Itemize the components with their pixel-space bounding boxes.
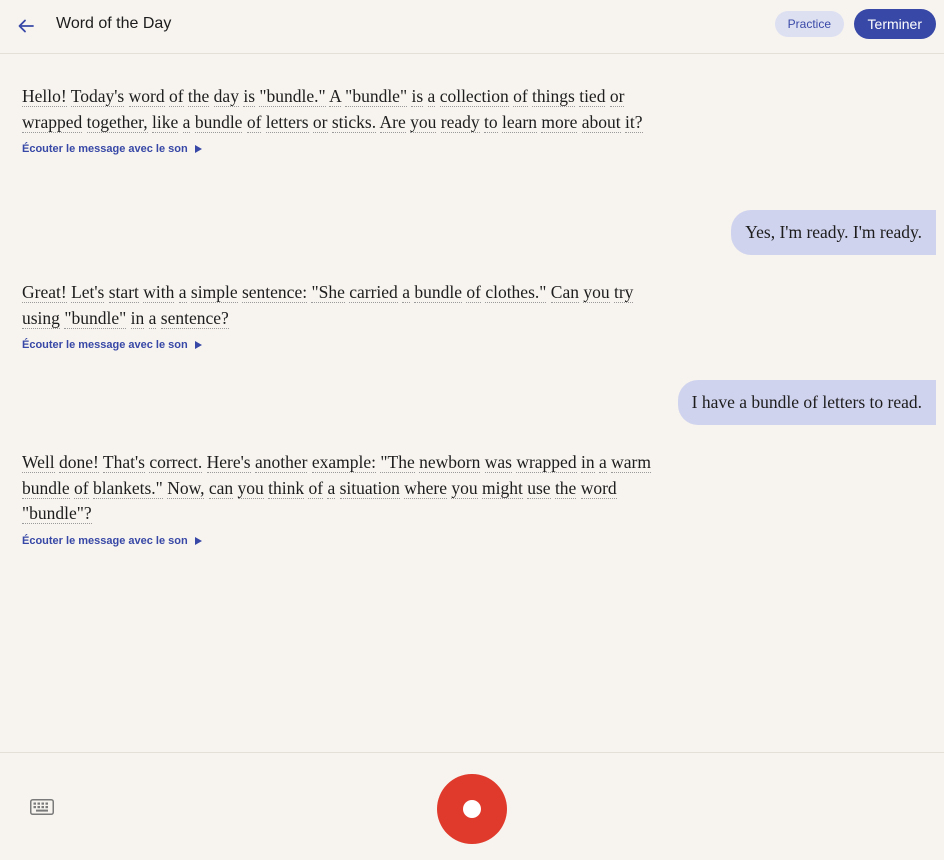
listen-audio-link[interactable]: Écouter le message avec le son [22,535,202,547]
chat-app: Word of the Day Practice Terminer Hello!… [0,0,944,860]
keyboard-button[interactable] [30,799,56,817]
listen-audio-label: Écouter le message avec le son [22,143,188,155]
user-message: I have a bundle of letters to read. [677,380,936,425]
assistant-message-text: Hello! Today's word of the day is "bundl… [22,86,643,133]
header-bar: Word of the Day Practice Terminer [0,0,944,54]
record-icon [463,800,481,818]
keyboard-icon [30,799,54,815]
assistant-message: Well done! That's correct. Here's anothe… [22,450,662,549]
play-icon [194,145,202,153]
play-icon [194,341,202,349]
assistant-message-text: Great! Let's start with a simple sentenc… [22,282,634,329]
record-button[interactable] [437,774,507,844]
listen-audio-link[interactable]: Écouter le message avec le son [22,339,202,351]
listen-audio-label: Écouter le message avec le son [22,534,188,547]
footer-bar [0,752,944,860]
finish-button[interactable]: Terminer [853,9,936,39]
back-button[interactable] [12,12,40,40]
page-title: Word of the Day [56,15,172,32]
assistant-message: Hello! Today's word of the day is "bundl… [22,84,662,157]
arrow-left-icon [18,19,34,33]
assistant-message-text: Well done! That's correct. Here's anothe… [22,452,651,524]
practice-button[interactable]: Practice [774,11,844,37]
play-icon [194,536,202,545]
user-message: Yes, I'm ready. I'm ready. [731,210,936,255]
listen-audio-label: Écouter le message avec le son [22,339,188,351]
assistant-message: Great! Let's start with a simple sentenc… [22,280,662,353]
listen-audio-link[interactable]: Écouter le message avec le son [22,143,202,155]
